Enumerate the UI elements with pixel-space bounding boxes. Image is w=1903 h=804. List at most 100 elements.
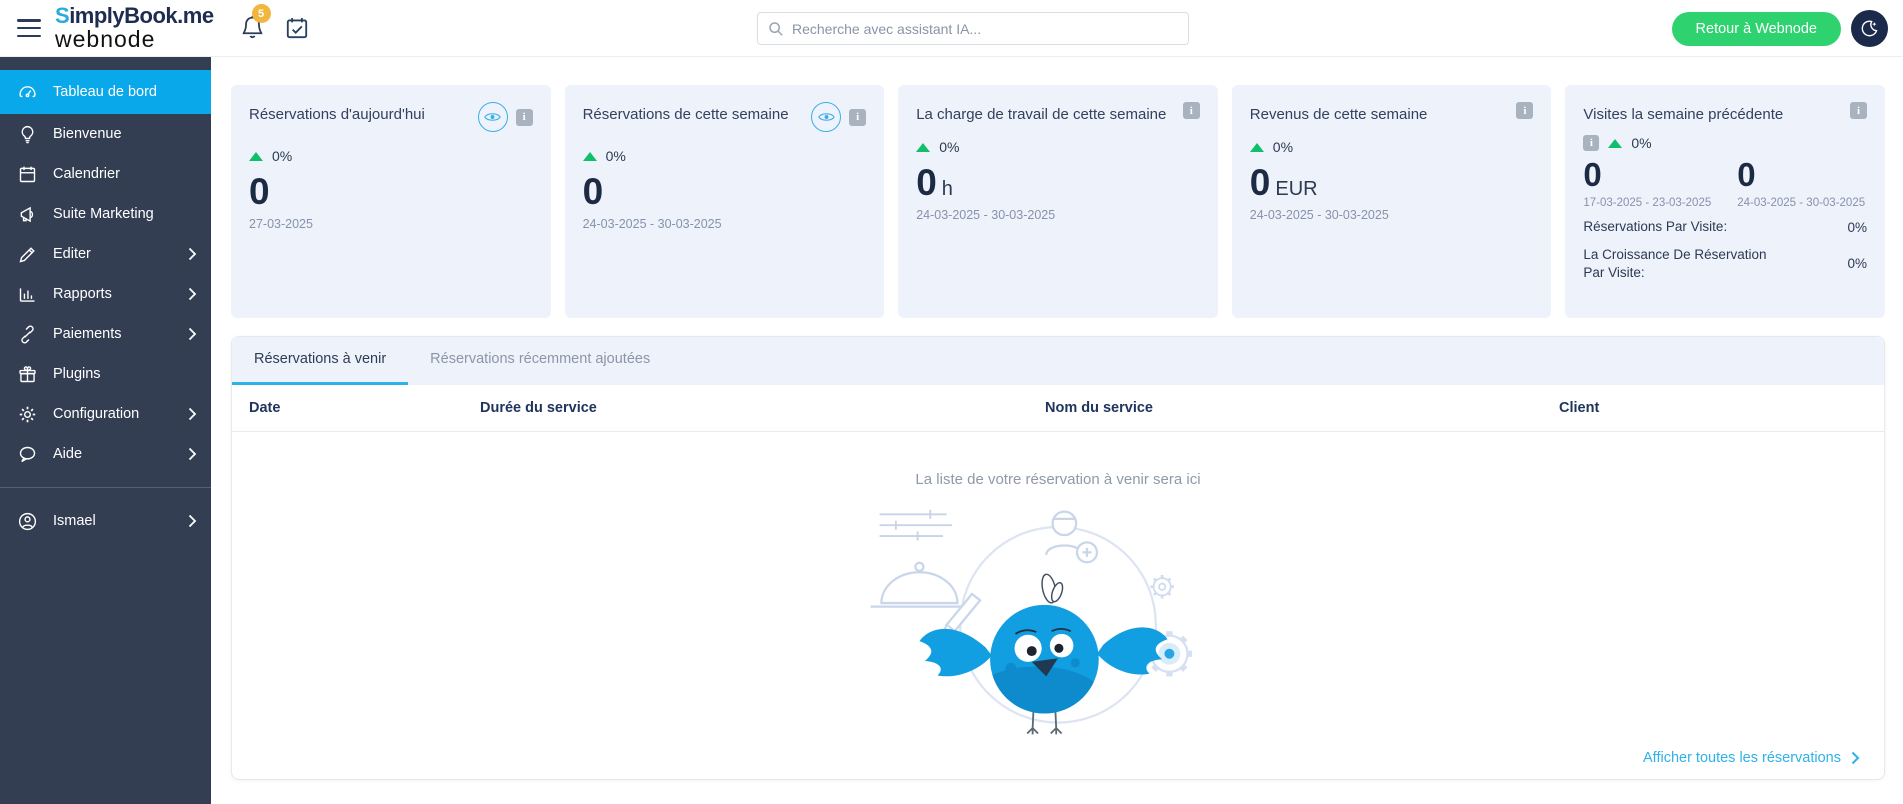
eye-icon[interactable] — [811, 102, 842, 132]
megaphone-icon — [17, 204, 38, 225]
search-bar — [757, 12, 1189, 45]
column-header-client: Client — [1559, 400, 1600, 416]
card-value: 0 — [1583, 156, 1602, 193]
card-title: Revenus de cette semaine — [1249, 106, 1428, 123]
card-period: 24-03-2025 - 30-03-2025 — [1737, 197, 1866, 210]
info-icon[interactable]: i — [1182, 102, 1200, 119]
logo-webnode: webnode — [55, 26, 156, 52]
table-header-row: Date Durée du service Nom du service Cli… — [232, 385, 1884, 432]
card-title: Réservations de cette semaine — [582, 106, 789, 123]
sidebar: Tableau de bord Bienvenue Calendrier Sui… — [0, 57, 211, 804]
trend-up-icon — [916, 142, 931, 152]
notification-badge: 5 — [251, 4, 271, 23]
links-icon — [17, 324, 38, 345]
chevron-right-icon — [188, 514, 197, 528]
trend-up-icon — [249, 151, 263, 161]
sidebar-item-settings[interactable]: Configuration — [0, 394, 211, 434]
chevron-right-icon — [188, 447, 197, 461]
app-logo[interactable]: SimplyBook.me webnode — [55, 5, 214, 51]
metric-value: 0% — [1847, 256, 1867, 272]
trend-value: 0% — [939, 139, 960, 155]
dashboard-icon — [17, 82, 38, 103]
show-all-reservations-label: Afficher toutes les réservations — [1643, 750, 1841, 766]
card-bookings-today: Réservations d'aujourd'hui i 0% 0 27-03-… — [231, 85, 551, 318]
sidebar-item-dashboard[interactable]: Tableau de bord — [0, 70, 211, 114]
card-period: 24-03-2025 - 30-03-2025 — [916, 207, 1056, 222]
sidebar-item-calendar[interactable]: Calendrier — [0, 154, 211, 194]
trend-value: 0% — [605, 148, 626, 164]
lightbulb-icon — [17, 124, 38, 145]
tab-recently-added-reservations[interactable]: Réservations récemment ajoutées — [408, 337, 672, 385]
gear-icon — [17, 404, 38, 425]
card-unit: h — [941, 178, 953, 200]
metric-row: La Croissance De Réservation Par Visite:… — [1583, 246, 1867, 282]
show-all-reservations-link[interactable]: Afficher toutes les réservations — [1643, 750, 1860, 766]
card-title: La charge de travail de cette semaine — [916, 106, 1167, 123]
column-header-service-duration: Durée du service — [480, 400, 597, 416]
metric-value: 0% — [1847, 219, 1867, 235]
metric-row: Réservations Par Visite: 0% — [1583, 218, 1867, 236]
empty-state-message: La liste de votre réservation à venir se… — [915, 471, 1201, 488]
calendar-icon — [17, 164, 38, 185]
sidebar-item-payments[interactable]: Paiements — [0, 314, 211, 354]
sidebar-item-reports[interactable]: Rapports — [0, 274, 211, 314]
sidebar-item-label: Suite Marketing — [53, 206, 154, 222]
sidebar-item-marketing[interactable]: Suite Marketing — [0, 194, 211, 234]
sidebar-item-help[interactable]: Aide — [0, 434, 211, 474]
tab-upcoming-reservations[interactable]: Réservations à venir — [232, 337, 409, 385]
bird-illustration — [870, 509, 1193, 735]
card-period: 24-03-2025 - 30-03-2025 — [1249, 207, 1389, 222]
chat-icon — [17, 444, 38, 465]
user-icon — [17, 511, 38, 532]
bookings-calendar-button[interactable] — [284, 15, 310, 41]
sidebar-item-plugins[interactable]: Plugins — [0, 354, 211, 394]
search-input[interactable] — [792, 20, 1178, 37]
sidebar-item-label: Tableau de bord — [53, 84, 157, 100]
top-bar: SimplyBook.me webnode 5 Retour à Webnode — [0, 0, 1903, 57]
sidebar-item-label: Rapports — [53, 286, 112, 302]
sidebar-divider — [0, 487, 211, 488]
sidebar-item-label: Paiements — [53, 326, 122, 342]
hamburger-menu-icon[interactable] — [17, 19, 41, 37]
pencil-icon — [17, 244, 38, 265]
info-icon[interactable]: i — [1516, 102, 1534, 119]
logo-simplybook: SimplyBook.me — [55, 3, 214, 28]
sidebar-item-edit[interactable]: Editer — [0, 234, 211, 274]
trend-up-icon — [582, 151, 597, 161]
sidebar-item-welcome[interactable]: Bienvenue — [0, 114, 211, 154]
card-revenue-week: Revenus de cette semaine i 0% 0 EUR 24-0… — [1231, 85, 1552, 318]
chevron-right-icon — [188, 407, 197, 421]
card-period: 24-03-2025 - 30-03-2025 — [582, 216, 722, 231]
metric-label: La Croissance De Réservation Par Visite: — [1583, 246, 1767, 280]
trend-value: 0% — [1272, 139, 1294, 155]
eye-icon[interactable] — [477, 102, 508, 132]
notifications-button[interactable]: 5 — [240, 4, 271, 43]
trend-up-icon — [1608, 138, 1623, 148]
sidebar-item-label: Configuration — [53, 406, 140, 422]
chart-icon — [17, 284, 38, 305]
sidebar-item-label: Bienvenue — [53, 126, 122, 142]
info-icon[interactable]: i — [1849, 102, 1867, 119]
back-to-webnode-button[interactable]: Retour à Webnode — [1671, 12, 1841, 46]
info-icon[interactable]: i — [849, 108, 867, 126]
card-title: Visites la semaine précédente — [1583, 106, 1784, 123]
sidebar-item-user[interactable]: Ismael — [0, 501, 211, 541]
chevron-right-icon — [1851, 751, 1860, 765]
card-title: Réservations d'aujourd'hui — [249, 106, 425, 123]
card-unit: EUR — [1275, 178, 1318, 200]
card-period: 17-03-2025 - 23-03-2025 — [1583, 197, 1712, 210]
column-header-service-name: Nom du service — [1045, 400, 1153, 416]
trend-value: 0% — [1631, 135, 1652, 151]
dark-mode-toggle[interactable] — [1851, 10, 1888, 47]
metric-label: Réservations Par Visite: — [1583, 219, 1728, 235]
card-value: 0 — [916, 162, 937, 203]
info-icon[interactable]: i — [515, 108, 533, 126]
moon-icon — [1861, 20, 1878, 37]
stat-cards-row: Réservations d'aujourd'hui i 0% 0 27-03-… — [211, 57, 1903, 318]
main-content: Réservations d'aujourd'hui i 0% 0 27-03-… — [211, 57, 1903, 804]
info-icon[interactable]: i — [1583, 135, 1600, 151]
card-value: 0 — [1249, 162, 1271, 203]
reservations-panel: Réservations à venir Réservations récemm… — [231, 336, 1885, 780]
gift-icon — [17, 364, 38, 385]
calendar-check-icon — [286, 18, 307, 39]
